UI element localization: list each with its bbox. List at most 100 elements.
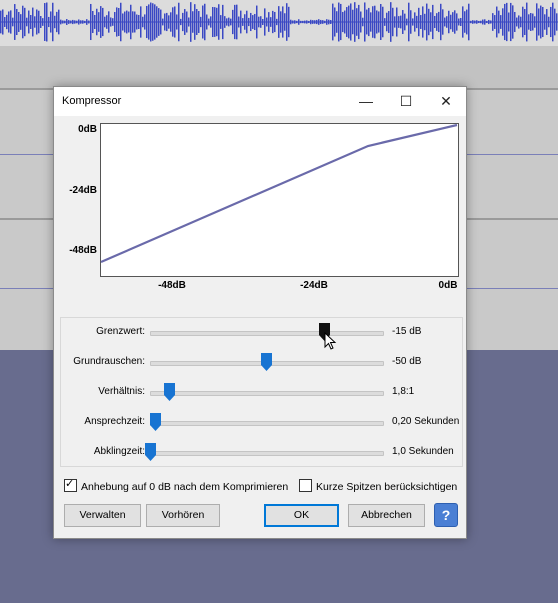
threshold-slider-track[interactable] bbox=[150, 331, 384, 336]
waveform-bar bbox=[106, 15, 108, 29]
cancel-button[interactable]: Abbrechen bbox=[348, 504, 425, 527]
noise-floor-slider-thumb[interactable] bbox=[261, 353, 272, 371]
maximize-button[interactable]: ☐ bbox=[386, 87, 426, 116]
minimize-button[interactable]: — bbox=[346, 87, 386, 116]
waveform-bar bbox=[312, 20, 314, 24]
waveform-bar bbox=[234, 4, 236, 40]
waveform-bar bbox=[224, 16, 226, 28]
waveform-bar bbox=[256, 5, 258, 39]
waveform-bar bbox=[470, 20, 472, 24]
waveform-bar bbox=[398, 16, 400, 28]
close-button[interactable]: ✕ bbox=[426, 87, 466, 116]
waveform-bar bbox=[492, 13, 494, 31]
attack-slider-thumb[interactable] bbox=[149, 413, 161, 431]
waveform-bar bbox=[482, 19, 484, 25]
checkbox-box[interactable] bbox=[299, 479, 312, 492]
help-button[interactable]: ? bbox=[434, 503, 458, 527]
waveform-bar bbox=[184, 9, 186, 35]
waveform-bar bbox=[240, 10, 242, 34]
waveform-bar bbox=[40, 16, 42, 28]
waveform-bar bbox=[266, 17, 268, 27]
waveform-bar bbox=[140, 6, 142, 38]
waveform-bar bbox=[440, 3, 442, 41]
waveform-bar bbox=[198, 11, 200, 33]
waveform-bar bbox=[46, 2, 48, 42]
waveform-bar bbox=[206, 14, 208, 30]
waveform-bar bbox=[216, 7, 218, 37]
waveform-bar bbox=[124, 11, 126, 33]
manage-button[interactable]: Verwalten bbox=[64, 504, 141, 527]
waveform-bar bbox=[230, 18, 232, 26]
waveform-bar bbox=[314, 20, 316, 24]
waveform-bar bbox=[480, 20, 482, 24]
waveform-bar bbox=[236, 4, 238, 40]
waveform-bar bbox=[302, 20, 304, 24]
waveform-bar bbox=[36, 9, 38, 35]
attack-slider-track[interactable] bbox=[150, 421, 384, 426]
preview-button[interactable]: Vorhören bbox=[146, 504, 220, 527]
waveform-bar bbox=[432, 4, 434, 40]
waveform-bar bbox=[508, 12, 510, 32]
waveform-bar bbox=[238, 16, 240, 28]
waveform-bar bbox=[486, 20, 488, 24]
waveform-bar bbox=[336, 11, 338, 33]
waveform-bar bbox=[382, 6, 384, 38]
waveform-bar bbox=[130, 4, 132, 40]
waveform-bar bbox=[290, 19, 292, 25]
waveform-bar bbox=[14, 4, 16, 40]
waveform-bar bbox=[306, 20, 308, 24]
waveform-bar bbox=[472, 20, 474, 24]
waveform-bar bbox=[90, 3, 92, 41]
slider-row-ratio: Verhältnis: 1,8:1 bbox=[61, 378, 462, 408]
waveform-bar bbox=[262, 18, 264, 26]
waveform-bar bbox=[502, 8, 504, 36]
waveform-bar bbox=[160, 9, 162, 35]
makeup-gain-checkbox[interactable]: Anhebung auf 0 dB nach dem Komprimieren bbox=[64, 477, 288, 493]
ratio-slider-thumb[interactable] bbox=[163, 383, 175, 401]
attack-label: Ansprechzeit: bbox=[84, 416, 145, 427]
waveform-bar bbox=[222, 4, 224, 40]
waveform-bar bbox=[62, 20, 64, 24]
ratio-value: 1,8:1 bbox=[392, 386, 415, 397]
waveform-bar bbox=[288, 6, 290, 38]
waveform-bar bbox=[384, 18, 386, 26]
waveform-bar bbox=[166, 12, 168, 32]
waveform-bar bbox=[212, 6, 214, 38]
waveform-bar bbox=[510, 2, 512, 42]
waveform-bar bbox=[546, 9, 548, 35]
waveform-bar bbox=[116, 7, 118, 37]
waveform-bar bbox=[260, 16, 262, 28]
peaks-checkbox[interactable]: Kurze Spitzen berücksichtigen bbox=[299, 479, 457, 493]
waveform-bar bbox=[418, 7, 420, 37]
waveform-bar bbox=[202, 5, 204, 39]
waveform-bar bbox=[468, 3, 470, 41]
waveform-bar bbox=[338, 2, 340, 42]
waveform-bar bbox=[142, 16, 144, 28]
waveform-bar bbox=[554, 8, 556, 36]
ratio-slider-track[interactable] bbox=[150, 391, 384, 396]
waveform-bar bbox=[380, 3, 382, 41]
waveform-bar bbox=[48, 16, 50, 28]
waveform-bar bbox=[134, 11, 136, 33]
waveform-bar bbox=[54, 15, 56, 29]
waveform-bar bbox=[56, 11, 58, 33]
waveform-bar bbox=[210, 16, 212, 28]
checkbox-box[interactable] bbox=[64, 477, 77, 492]
waveform-bar bbox=[156, 6, 158, 38]
waveform-bar bbox=[162, 18, 164, 26]
waveform-bar bbox=[274, 11, 276, 33]
waveform-bar bbox=[138, 14, 140, 30]
waveform-bar bbox=[548, 16, 550, 28]
waveform-bar bbox=[102, 7, 104, 37]
slider-row-noise-floor: Grundrauschen: -50 dB bbox=[61, 348, 462, 378]
waveform-bar bbox=[104, 16, 106, 28]
ok-button[interactable]: OK bbox=[264, 504, 339, 527]
release-slider-thumb[interactable] bbox=[145, 443, 156, 461]
waveform-bar bbox=[416, 15, 418, 29]
waveform-bar bbox=[504, 3, 506, 41]
release-label: Abklingzeit: bbox=[93, 446, 145, 457]
waveform-bar bbox=[178, 2, 180, 42]
waveform-bar bbox=[148, 4, 150, 40]
waveform-bar bbox=[110, 17, 112, 27]
release-slider-track[interactable] bbox=[150, 451, 384, 456]
